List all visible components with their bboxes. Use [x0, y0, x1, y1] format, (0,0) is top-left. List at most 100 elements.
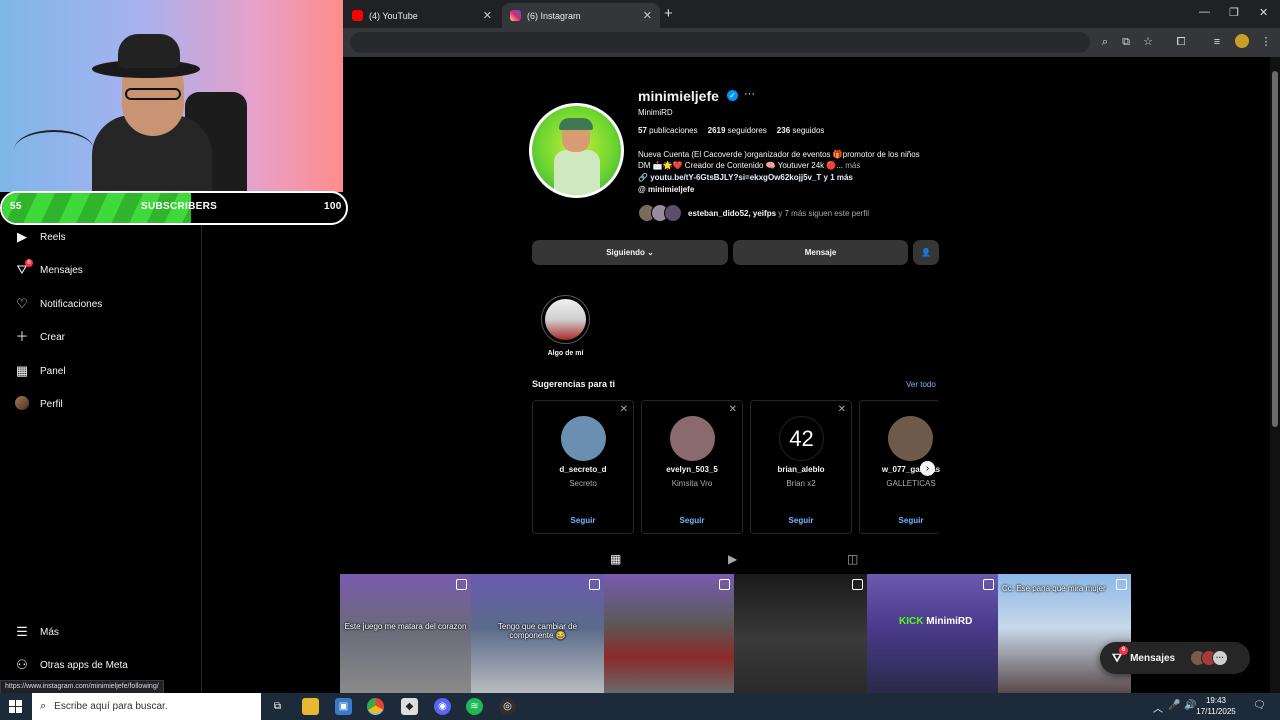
notifications-icon[interactable]: 🗨 — [1253, 700, 1266, 711]
nav-label: Crear — [40, 331, 66, 343]
dismiss-icon[interactable]: ✕ — [729, 404, 737, 415]
profile-picture[interactable] — [529, 103, 624, 198]
followed-by[interactable]: esteban_dido52, yeifps y 7 más siguen es… — [638, 203, 869, 223]
messenger-icon: ⛛ 6 — [14, 259, 33, 278]
stat-followers[interactable]: 2619 seguidores — [708, 126, 767, 135]
profile-avatar[interactable] — [1235, 34, 1249, 48]
extensions-icon[interactable]: ⧠ — [1174, 35, 1188, 49]
nav-item-mas[interactable]: ☰ Más — [14, 620, 59, 644]
profile-username: minimieljefe — [638, 88, 719, 104]
threads-link[interactable]: @ minimieljefe — [638, 185, 694, 194]
nav-item-perfil[interactable]: Perfil — [14, 392, 63, 416]
nav-item-notificaciones[interactable]: ♡ Notificaciones — [14, 292, 102, 316]
obs-icon[interactable]: ◎ — [499, 698, 516, 715]
avatar[interactable]: 42 — [779, 416, 824, 461]
discord-icon[interactable]: ◉ — [434, 698, 451, 715]
page-scrollbar[interactable] — [1270, 57, 1280, 693]
highlight-label: Algo de mí — [547, 350, 584, 357]
bookmark-star-icon[interactable]: ☆ — [1141, 35, 1155, 49]
see-all-link[interactable]: Ver todo — [906, 380, 936, 389]
avatar[interactable] — [888, 416, 933, 461]
microphone-icon[interactable]: 🎤 — [1168, 700, 1180, 711]
tagged-tab[interactable]: ◫ — [847, 552, 858, 566]
nav-item-meta[interactable]: ⚇ Otras apps de Meta — [14, 653, 128, 677]
taskbar-search[interactable]: ⌕ Escribe aquí para buscar. — [32, 693, 261, 720]
dismiss-icon[interactable]: ✕ — [620, 404, 628, 415]
clip-icon — [719, 579, 730, 590]
link-icon: 🔗 — [638, 173, 648, 182]
close-tab-icon[interactable]: ✕ — [483, 9, 492, 22]
zoom-icon[interactable]: ⌕ — [1098, 35, 1112, 49]
reels-tab[interactable]: ▶ — [728, 552, 737, 566]
verified-badge-icon: ✓ — [727, 90, 738, 101]
dismiss-icon[interactable]: ✕ — [838, 404, 846, 415]
windows-start-icon[interactable] — [9, 700, 22, 713]
clip-thumbnail[interactable]: Cc. Ese pana que mira mujer — [998, 574, 1131, 693]
restore-icon[interactable]: ❐ — [1229, 6, 1239, 19]
nav-item-reels[interactable]: ▶ Reels — [14, 225, 66, 249]
menu-kebab-icon[interactable]: ⋮ — [1259, 35, 1273, 49]
add-user-button[interactable]: 👤 — [913, 240, 939, 265]
volume-icon[interactable]: 🔊 — [1184, 700, 1196, 711]
follow-button[interactable]: Seguir — [533, 516, 633, 525]
bio-link[interactable]: 🔗 youtu.be/tY-6GtsBJLY?si=ekxgOw62kojj5v… — [638, 173, 853, 182]
threads-icon: @ — [638, 185, 646, 194]
minimize-icon[interactable]: — — [1199, 6, 1210, 18]
tab-instagram[interactable]: (6) Instagram ✕ — [502, 3, 660, 28]
notification-badge: 6 — [1119, 645, 1129, 655]
nav-item-panel[interactable]: ▦ Panel — [14, 359, 66, 383]
instagram-icon — [510, 10, 521, 21]
file-explorer-icon[interactable] — [302, 698, 319, 715]
address-bar[interactable] — [350, 32, 1090, 53]
store-icon[interactable]: ▣ — [335, 698, 352, 715]
roblox-icon[interactable]: ◆ — [401, 698, 418, 715]
nav-label: Más — [40, 626, 59, 638]
conversation-avatars: ··· — [1190, 650, 1228, 666]
message-button[interactable]: Mensaje — [733, 240, 908, 265]
nav-item-crear[interactable]: ＋ Crear — [14, 325, 65, 349]
avatar[interactable] — [670, 416, 715, 461]
nav-label: Panel — [40, 365, 66, 377]
more-options-icon[interactable]: ··· — [744, 88, 755, 100]
clips-strip: Este juego me matara del corazon Tengo q… — [340, 574, 1131, 693]
instagram-sidebar: ▶ Reels ⛛ 6 Mensajes ♡ Notificaciones ＋ C… — [0, 225, 202, 695]
clip-thumbnail[interactable] — [604, 574, 734, 693]
follow-button[interactable]: Seguir — [751, 516, 851, 525]
spotify-icon[interactable]: ≋ — [466, 698, 483, 715]
clip-icon — [589, 579, 600, 590]
tray-chevron-icon[interactable]: ︿ — [1153, 700, 1163, 715]
messages-pill[interactable]: ⛛ 6 Mensajes ··· — [1100, 642, 1250, 674]
chrome-icon[interactable] — [367, 698, 384, 715]
subscriber-goal-bar: 55 SUBSCRIBERS 100 — [0, 191, 348, 225]
close-tab-icon[interactable]: ✕ — [643, 9, 652, 22]
clip-thumbnail[interactable] — [734, 574, 867, 693]
clip-thumbnail[interactable]: Tengo que cambiar de componente 😂 — [471, 574, 604, 693]
profile-bio: Nueva Cuenta (El Cacoverde )organizador … — [638, 150, 920, 170]
next-arrow-icon[interactable]: › — [920, 461, 935, 476]
meta-apps-icon: ⚇ — [16, 657, 28, 672]
media-controls-icon[interactable]: ≡ — [1210, 35, 1224, 49]
stat-following[interactable]: 236 seguidos — [777, 126, 825, 135]
new-tab-button[interactable]: + — [664, 5, 673, 22]
bio-more-link[interactable]: más — [845, 161, 860, 170]
follow-button[interactable]: Seguir — [642, 516, 742, 525]
story-highlight[interactable] — [541, 295, 590, 344]
follower-avatars — [638, 204, 682, 222]
clip-thumbnail[interactable]: KICK MinimiRD — [867, 574, 998, 693]
close-window-icon[interactable]: ✕ — [1259, 6, 1268, 19]
follow-button[interactable]: Seguir — [860, 516, 940, 525]
posts-grid-tab[interactable]: ▦ — [610, 552, 621, 566]
dashboard-icon: ▦ — [15, 363, 29, 378]
task-view-icon[interactable]: ⧉ — [269, 698, 286, 715]
following-button[interactable]: Siguiendo ⌄ — [532, 240, 728, 265]
clip-thumbnail[interactable]: Este juego me matara del corazon — [340, 574, 471, 693]
nav-item-mensajes[interactable]: ⛛ 6 Mensajes — [14, 258, 83, 282]
messenger-icon: ⛛ 6 — [1112, 645, 1129, 666]
kick-watermark: KICK MinimiRD — [899, 616, 973, 627]
tab-youtube[interactable]: (4) YouTube ✕ — [344, 3, 500, 28]
clip-icon — [983, 579, 994, 590]
taskbar-clock[interactable]: 19:43 17/11/2025 — [1196, 695, 1236, 717]
avatar[interactable] — [561, 416, 606, 461]
install-app-icon[interactable]: ⧉ — [1119, 35, 1133, 49]
suggestion-card: ✕ 42 brian_aleblo Brian x2 Seguir — [750, 400, 852, 534]
